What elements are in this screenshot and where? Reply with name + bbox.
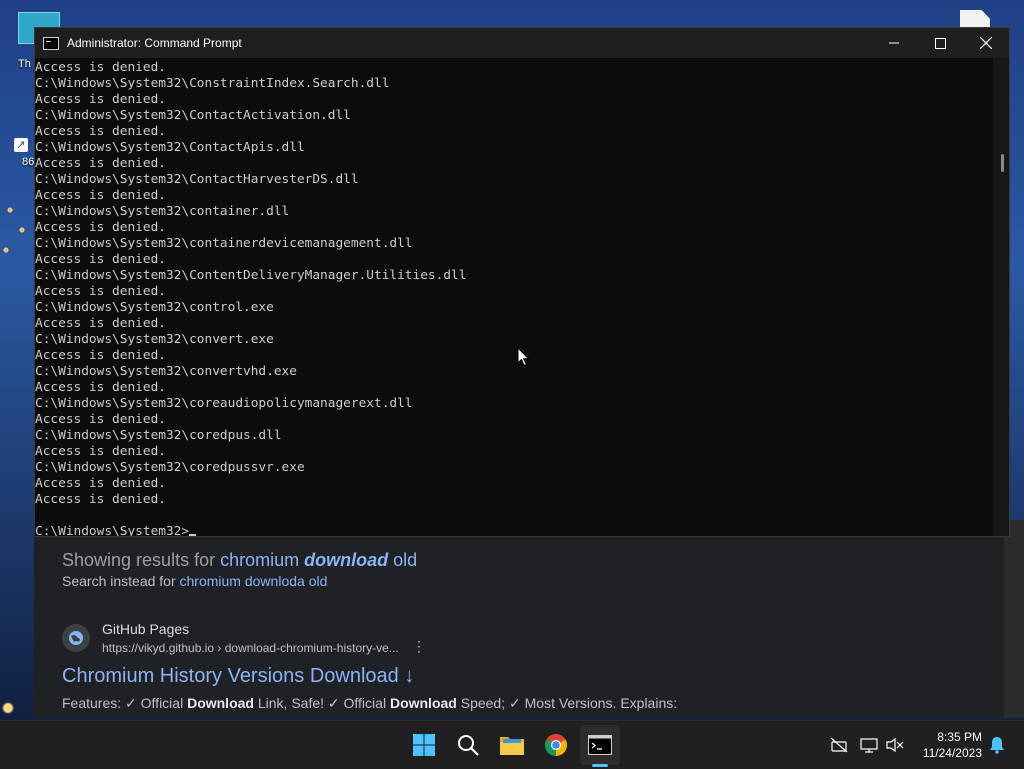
- notification-bell-icon: [990, 737, 1004, 754]
- wallpaper-lights: [0, 690, 30, 720]
- desktop-app-label: Th: [18, 58, 31, 70]
- console-line: Access is denied.: [35, 252, 166, 267]
- clock-time: 8:35 PM: [937, 730, 982, 744]
- console-line: Access is denied.: [35, 156, 166, 171]
- result-url[interactable]: https://vikyd.github.io › download-chrom…: [102, 641, 399, 655]
- taskbar: 8:35 PM 11/24/2023: [0, 720, 1024, 769]
- console-output[interactable]: Access is denied. C:\Windows\System32\Con…: [35, 60, 993, 536]
- search-instead-prefix: Search instead for: [62, 573, 180, 589]
- desktop-shortcut-icon[interactable]: ↗: [14, 138, 28, 152]
- taskbar-search-button[interactable]: [448, 725, 488, 765]
- chrome-button[interactable]: [536, 725, 576, 765]
- globe-icon: [62, 624, 90, 652]
- minimize-button[interactable]: [871, 28, 917, 58]
- console-line: C:\Windows\System32\ConstraintIndex.Sear…: [35, 76, 390, 91]
- console-line: C:\Windows\System32\ContactHarvesterDS.d…: [35, 172, 359, 187]
- console-line: Access is denied.: [35, 476, 166, 491]
- browser-window: Showing results for chromium download ol…: [34, 520, 1004, 718]
- snippet-bold: Download: [187, 695, 254, 711]
- windows-start-icon: [413, 734, 435, 756]
- start-button[interactable]: [404, 725, 444, 765]
- console-line: C:\Windows\System32\ContactActivation.dl…: [35, 108, 351, 123]
- showing-results-text: Showing results for chromium download ol…: [62, 550, 417, 571]
- scrollbar-thumb[interactable]: [1001, 154, 1004, 172]
- snippet-text: Link, Safe! ✓ Official: [253, 695, 390, 711]
- network-tray-button[interactable]: [826, 721, 852, 769]
- title-bar[interactable]: Administrator: Command Prompt: [35, 28, 1009, 58]
- display-tray-button[interactable]: [858, 721, 880, 769]
- command-prompt-taskbar-button[interactable]: [580, 725, 620, 765]
- taskbar-clock[interactable]: 8:35 PM 11/24/2023: [912, 729, 982, 761]
- console-line: C:\Windows\System32\containerdevicemanag…: [35, 236, 413, 251]
- console-line: C:\Windows\System32\ContactApis.dll: [35, 140, 305, 155]
- text-cursor: [189, 534, 197, 536]
- console-line: C:\Windows\System32\convert.exe: [35, 332, 274, 347]
- corrected-term: chromium: [220, 550, 305, 570]
- command-prompt-icon: [588, 735, 612, 755]
- console-line: Access is denied.: [35, 380, 166, 395]
- result-title-link[interactable]: Chromium History Versions Download ↓: [62, 665, 414, 688]
- mouse-pointer-icon: [517, 347, 530, 367]
- console-line: C:\Windows\System32\coredpus.dll: [35, 428, 282, 443]
- desktop-shortcut-label: 86: [22, 156, 35, 168]
- console-line: Access is denied.: [35, 188, 166, 203]
- console-line: C:\Windows\System32\coredpussvr.exe: [35, 460, 305, 475]
- file-explorer-icon: [500, 737, 524, 755]
- corrected-term: old: [388, 550, 418, 570]
- console-line: C:\Windows\System32\container.dll: [35, 204, 290, 219]
- console-line: Access is denied.: [35, 60, 166, 75]
- command-prompt-window[interactable]: Administrator: Command Prompt Access is …: [34, 27, 1010, 537]
- file-explorer-button[interactable]: [492, 725, 532, 765]
- console-line: Access is denied.: [35, 220, 166, 235]
- search-instead-text: Search instead for chromium downloda old: [62, 573, 327, 589]
- browser-scrollbar[interactable]: [1004, 520, 1024, 718]
- console-line: Access is denied.: [35, 492, 166, 507]
- console-line: C:\Windows\System32\coreaudiopolicymanag…: [35, 396, 413, 411]
- snippet-text: Speed; ✓ Most Versions. Explains:: [456, 695, 678, 711]
- snippet-bold: Download: [389, 695, 457, 711]
- chrome-icon: [545, 734, 567, 756]
- corrected-term-bold: download: [304, 550, 389, 570]
- console-line: C:\Windows\System32\ContentDeliveryManag…: [35, 268, 467, 283]
- console-line: C:\Windows\System32\convertvhd.exe: [35, 364, 297, 379]
- console-prompt: C:\Windows\System32>: [35, 524, 190, 536]
- console-line: Access is denied.: [35, 124, 166, 139]
- console-line: Access is denied.: [35, 412, 166, 427]
- volume-tray-button[interactable]: [884, 721, 906, 769]
- more-options-icon[interactable]: ⋮: [412, 638, 426, 655]
- console-line: Access is denied.: [35, 444, 166, 459]
- console-line: Access is denied.: [35, 348, 166, 363]
- result-snippet: Features: ✓ Official Download Link, Safe…: [62, 695, 677, 712]
- search-icon: [458, 735, 479, 756]
- wallpaper-lights: [0, 190, 34, 270]
- network-off-icon: [830, 737, 848, 753]
- command-prompt-icon: [43, 36, 59, 50]
- console-line: Access is denied.: [35, 316, 166, 331]
- volume-muted-icon: [886, 737, 904, 753]
- minimize-icon: [889, 42, 899, 44]
- maximize-icon: [934, 37, 946, 49]
- active-app-indicator: [592, 764, 608, 767]
- console-line: Access is denied.: [35, 92, 166, 107]
- corrected-query-link[interactable]: chromium download old: [220, 550, 417, 570]
- console-prompt-line[interactable]: C:\Windows\System32>: [35, 524, 993, 536]
- original-query-link[interactable]: chromium downloda old: [180, 573, 328, 589]
- snippet-text: Features: ✓ Official: [62, 695, 188, 711]
- result-site-name[interactable]: GitHub Pages: [102, 621, 189, 637]
- notifications-button[interactable]: [986, 721, 1008, 769]
- window-title: Administrator: Command Prompt: [67, 36, 242, 50]
- clock-date: 11/24/2023: [922, 746, 982, 760]
- maximize-button[interactable]: [917, 28, 963, 58]
- display-icon: [860, 738, 878, 753]
- close-button[interactable]: [963, 28, 1009, 58]
- showing-prefix: Showing results for: [62, 550, 221, 570]
- console-line: Access is denied.: [35, 284, 166, 299]
- console-scrollbar[interactable]: [993, 58, 1009, 536]
- console-line: C:\Windows\System32\control.exe: [35, 300, 274, 315]
- close-icon: [980, 37, 992, 49]
